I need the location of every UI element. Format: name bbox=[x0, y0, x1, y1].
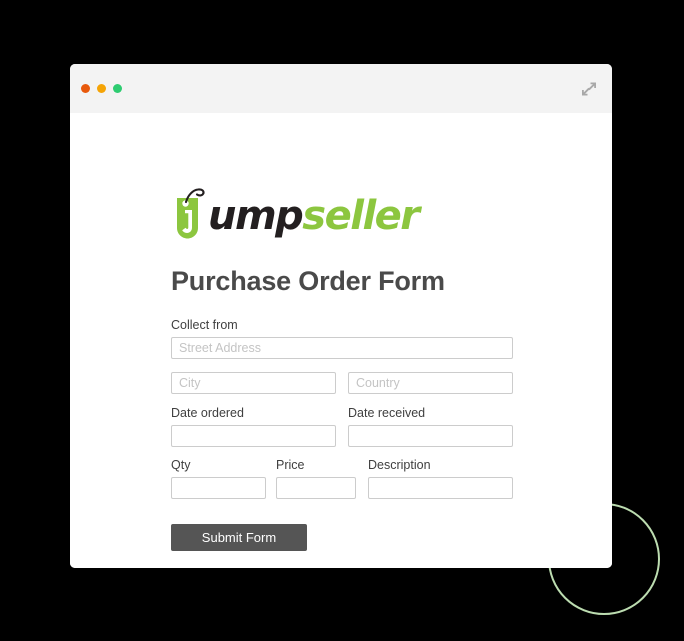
minimize-window-button[interactable] bbox=[97, 84, 106, 93]
label-collect-from: Collect from bbox=[171, 318, 238, 332]
logo-text-ump: ump bbox=[208, 193, 304, 239]
row-dates: Date ordered Date received bbox=[171, 406, 513, 447]
city-input[interactable] bbox=[171, 372, 336, 394]
maximize-window-button[interactable] bbox=[113, 84, 122, 93]
jumpseller-logo: ump seller bbox=[171, 184, 420, 240]
date-received-input[interactable] bbox=[348, 425, 513, 447]
submit-form-button[interactable]: Submit Form bbox=[171, 524, 307, 551]
label-date-received: Date received bbox=[348, 406, 426, 420]
browser-window: ump seller Purchase Order Form Collect f… bbox=[70, 64, 612, 568]
field-group-country bbox=[348, 372, 513, 394]
page-title: Purchase Order Form bbox=[171, 266, 445, 296]
field-group-date-ordered: Date ordered bbox=[171, 406, 336, 447]
purchase-order-form: Collect from Date ordered Date received bbox=[171, 318, 513, 551]
field-group-date-received: Date received bbox=[348, 406, 513, 447]
row-item-details: Qty Price Description bbox=[171, 458, 513, 499]
label-description: Description bbox=[368, 458, 431, 472]
field-group-city bbox=[171, 372, 336, 394]
label-date-ordered: Date ordered bbox=[171, 406, 244, 420]
row-city-country bbox=[171, 372, 513, 394]
price-input[interactable] bbox=[276, 477, 356, 499]
description-input[interactable] bbox=[368, 477, 513, 499]
field-group-price: Price bbox=[276, 458, 356, 499]
label-price: Price bbox=[276, 458, 305, 472]
window-controls bbox=[81, 84, 122, 93]
field-group-description: Description bbox=[368, 458, 513, 499]
label-qty: Qty bbox=[171, 458, 191, 472]
qty-input[interactable] bbox=[171, 477, 266, 499]
logo-text-seller: seller bbox=[302, 193, 420, 239]
field-group-qty: Qty bbox=[171, 458, 266, 499]
expand-icon[interactable] bbox=[578, 78, 600, 100]
field-group-collect-from: Collect from bbox=[171, 318, 513, 359]
close-window-button[interactable] bbox=[81, 84, 90, 93]
page-content: ump seller Purchase Order Form Collect f… bbox=[70, 113, 612, 568]
browser-title-bar bbox=[70, 64, 612, 113]
street-address-input[interactable] bbox=[171, 337, 513, 359]
date-ordered-input[interactable] bbox=[171, 425, 336, 447]
country-input[interactable] bbox=[348, 372, 513, 394]
price-tag-icon bbox=[171, 184, 213, 240]
